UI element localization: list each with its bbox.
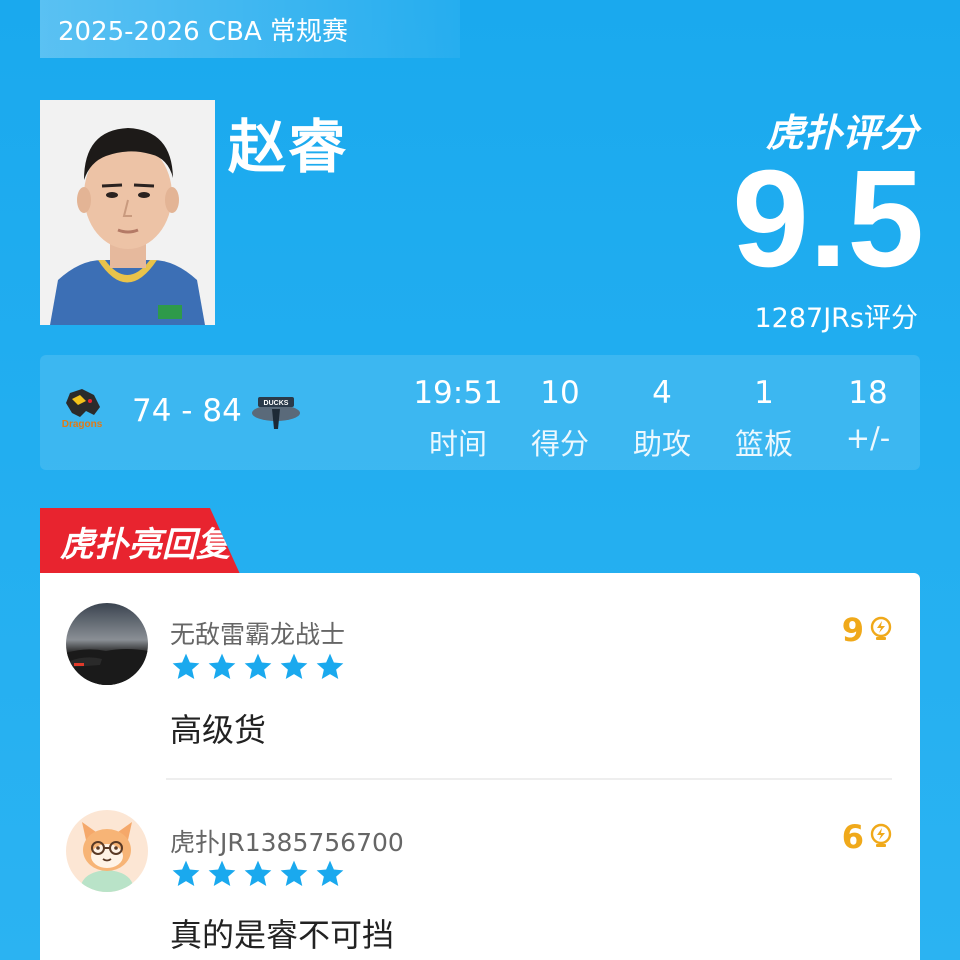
stat-plus-minus: 18 +/- [808,375,928,455]
star-rating [170,858,346,890]
game-score: 74 - 84 [132,393,242,429]
rating-count: 1287JRs评分 [754,303,918,334]
stat-rebounds: 1 篮板 [704,375,824,463]
comment-divider [166,778,892,780]
svg-text:Dragons: Dragons [62,419,103,430]
lightbulb-icon [870,823,892,847]
replies-list: 无敌雷霸龙战士 高级货 9 虎扑JR1385756700 真的是睿不可挡 6 [40,573,920,960]
star-icon [280,860,308,886]
like-button[interactable]: 9 [842,611,894,649]
rating-score: 9.5 [732,142,924,296]
star-rating [170,651,346,683]
star-icon [244,653,272,679]
stat-label: 篮板 [734,427,793,461]
highlighted-replies-tab[interactable]: 虎扑亮回复 [40,508,240,574]
comment-username[interactable]: 无敌雷霸龙战士 [170,615,345,651]
replies-tab-label: 虎扑亮回复 [60,524,230,565]
star-icon [208,860,236,886]
stat-value: 18 [848,375,888,411]
star-icon [244,860,272,886]
stat-value: 1 [754,375,774,411]
game-stats-panel: Dragons 74 - 84 DUCKS 19:51 时间 10 得分 4 助… [40,355,920,470]
like-count: 9 [841,611,864,649]
player-name: 赵睿 [228,113,349,181]
star-icon [208,653,236,679]
avatar[interactable] [66,603,148,685]
comment-text: 真的是睿不可挡 [170,916,395,954]
ducks-team-logo-icon: DUCKS [250,389,302,441]
avatar[interactable] [66,810,148,892]
season-text: 2025-2026 CBA 常规赛 [58,16,349,47]
lightbulb-icon [870,616,892,640]
like-count: 6 [841,818,864,856]
ducks-logo-text: DUCKS [264,400,289,407]
comment-username[interactable]: 虎扑JR1385756700 [170,823,404,859]
season-label: 2025-2026 CBA 常规赛 [40,0,460,58]
stat-label: +/- [845,421,891,455]
like-button[interactable]: 6 [842,818,894,856]
star-icon [316,653,344,679]
dragons-team-logo-icon: Dragons [56,385,108,437]
comment-text: 高级货 [170,711,267,749]
star-icon [280,653,308,679]
star-icon [172,860,200,886]
player-photo [40,100,215,325]
star-icon [316,860,344,886]
star-icon [172,653,200,679]
